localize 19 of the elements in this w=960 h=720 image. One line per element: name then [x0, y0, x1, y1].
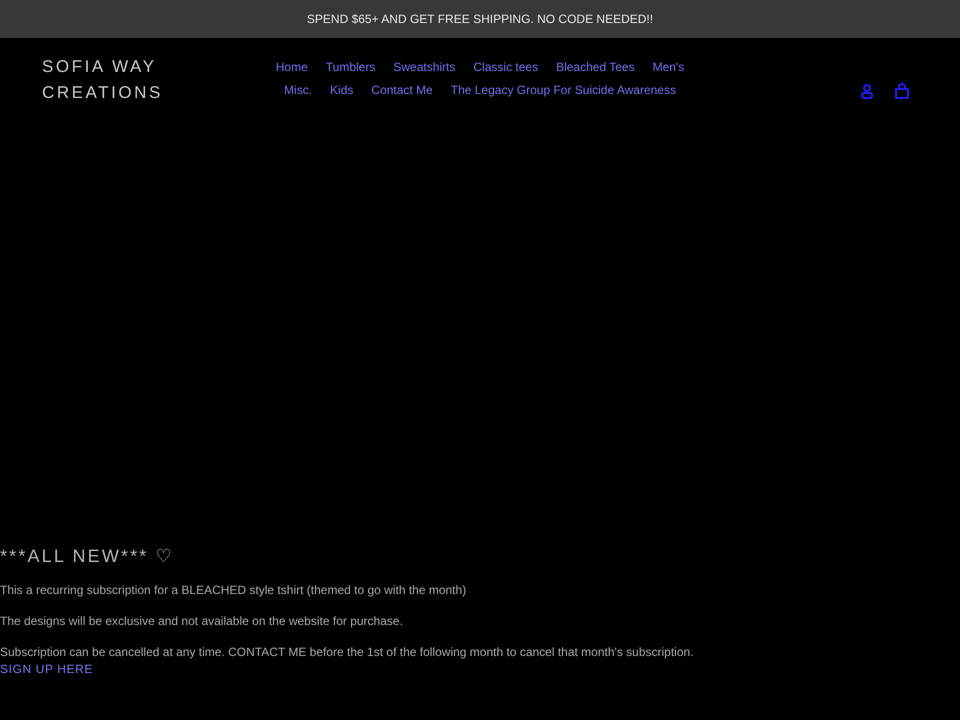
nav-link[interactable]: Contact Me	[371, 83, 433, 98]
store-logo[interactable]: SOFIA WAY CREATIONS	[42, 54, 163, 106]
sign-up-link[interactable]: SIGN UP HERE	[0, 661, 93, 677]
section-heading: ***ALL NEW*** ♡	[0, 545, 174, 567]
nav-link[interactable]: The Legacy Group For Suicide Awareness	[450, 83, 676, 98]
announcement-text: SPEND $65+ AND GET FREE SHIPPING. NO CODE NEEDED!!	[306, 11, 654, 28]
nav-link[interactable]: Bleached Tees	[556, 60, 635, 75]
nav-link[interactable]: Men's	[652, 60, 684, 75]
body-paragraph: This a recurring subscription for a BLEACHED style tshirt (themed to go with the month)	[0, 582, 466, 598]
cart-icon[interactable]	[894, 83, 910, 99]
nav-link[interactable]: Home	[276, 60, 308, 75]
account-icon[interactable]	[860, 84, 874, 98]
nav-link[interactable]: Tumblers	[326, 60, 376, 75]
body-paragraph: Subscription can be cancelled at any time. CONTACT ME before the 1st of the following month to cancel that month's subscription.	[0, 644, 694, 660]
nav-link[interactable]: Classic tees	[473, 60, 538, 75]
nav-link[interactable]: Kids	[330, 83, 354, 98]
nav-link[interactable]: Misc.	[284, 83, 312, 98]
nav-link[interactable]: Sweatshirts	[393, 60, 456, 75]
body-paragraph: The designs will be exclusive and not available on the website for purchase.	[0, 613, 403, 629]
